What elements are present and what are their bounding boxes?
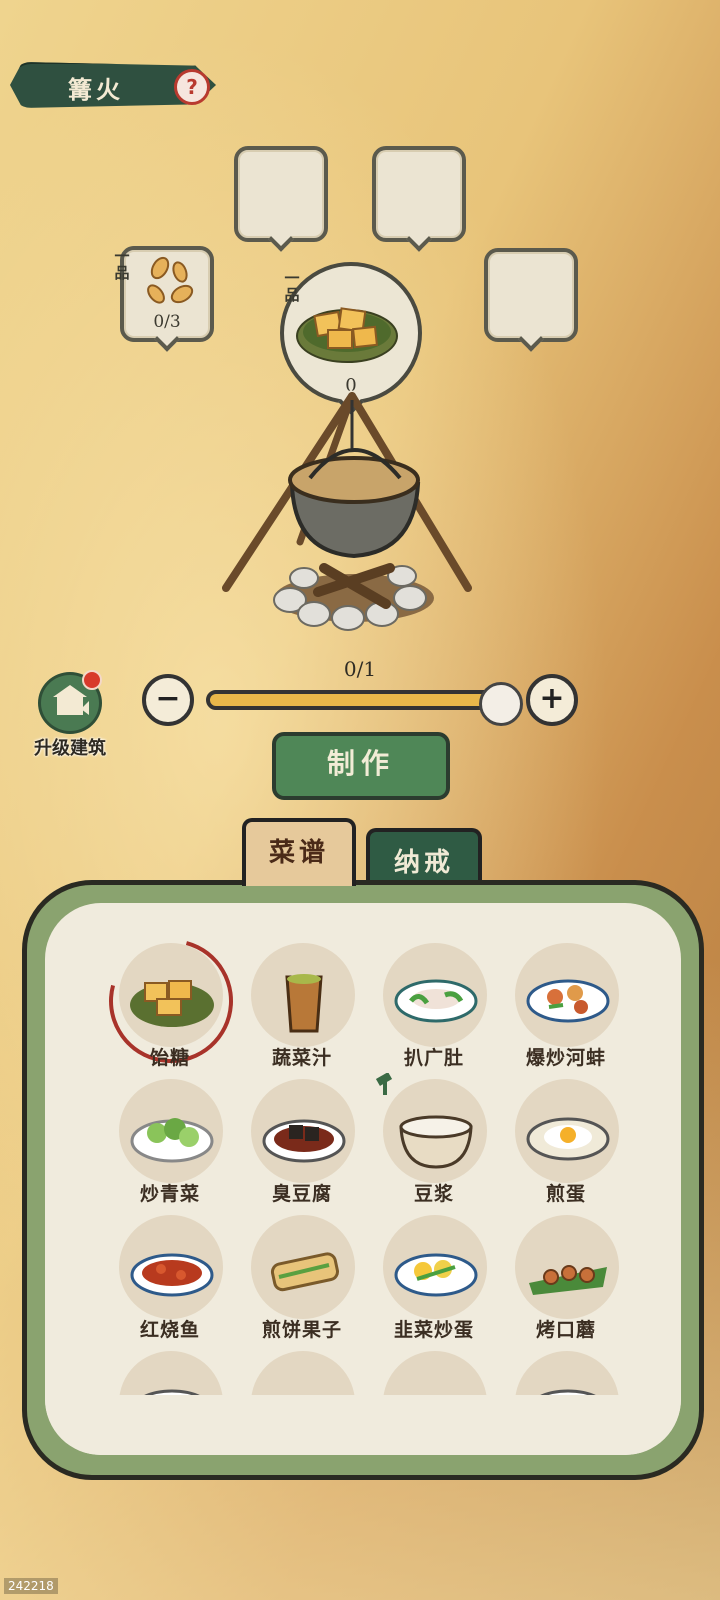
recipe-label: 饴糖 (149, 1047, 190, 1069)
soymilk-bowl-icon (399, 1115, 473, 1169)
grade-label-center: 一品 (284, 269, 300, 304)
recipe-label: 蔬菜汁 (271, 1047, 332, 1069)
recipe-item[interactable]: 韭菜炒蛋 (369, 1215, 499, 1353)
mushroom-dish-icon (529, 1265, 607, 1295)
campfire-pot-illustration (222, 392, 472, 631)
recipe-label: 臭豆腐 (271, 1183, 332, 1205)
tripe-dish-icon (394, 979, 478, 1023)
question-icon[interactable]: ? (174, 69, 210, 105)
recipe-item[interactable]: 蔬菜汁 (237, 943, 367, 1081)
recipe-label: 烤口蘑 (535, 1319, 596, 1341)
recipe-label: 煎饼果子 (261, 1319, 342, 1341)
tab-recipe[interactable]: 菜谱 (242, 818, 356, 886)
recipe-label: 扒广肚 (403, 1047, 464, 1069)
ingredient-slot-left[interactable]: 0/3 (120, 246, 214, 342)
recipe-label: 爆炒河蚌 (525, 1047, 606, 1069)
chive-egg-icon (394, 1253, 478, 1297)
minus-button[interactable]: − (142, 674, 194, 726)
recipe-item[interactable]: 臭豆腐 (237, 1079, 367, 1217)
recipe-item[interactable]: 煎蛋 (501, 1079, 631, 1217)
recipe-item[interactable]: 炒青菜 (105, 1079, 235, 1217)
recipe-item[interactable]: 饴糖 (86, 916, 256, 1086)
version-label: 242218 (4, 1578, 58, 1594)
upgrade-building[interactable]: 升级建筑 (24, 670, 120, 762)
recipe-item[interactable]: 爆炒河蚌 (501, 943, 631, 1081)
page-title: 篝火 (68, 75, 124, 104)
slot-count-left: 0/3 (153, 312, 181, 332)
recipe-item[interactable]: 红烧鱼 (105, 1215, 235, 1353)
grade-label-left: 一品 (114, 247, 130, 282)
clam-dish-icon (526, 979, 610, 1023)
plus-button[interactable]: + (526, 674, 578, 726)
recipe-item[interactable]: 豆浆 (369, 1073, 499, 1217)
braised-fish-icon (130, 1253, 214, 1297)
tofu-dish-icon (262, 1119, 346, 1163)
recipe-item[interactable]: 煎饼果子 (237, 1215, 367, 1353)
recipe-label: 炒青菜 (139, 1183, 200, 1205)
candy-dish-icon (296, 307, 398, 363)
greens-dish-icon (130, 1118, 214, 1163)
juice-cup-icon (285, 974, 323, 1033)
make-button[interactable]: 制作 (272, 732, 450, 800)
hammer-icon (375, 1073, 393, 1095)
panel-fade (45, 1395, 681, 1455)
ingredient-slot-top-left[interactable] (234, 146, 328, 242)
recipe-item[interactable]: 扒广肚 (369, 943, 499, 1081)
quantity-slider-track[interactable] (206, 690, 506, 710)
recipe-label: 韭菜炒蛋 (393, 1319, 474, 1341)
fried-egg-icon (526, 1117, 610, 1161)
building-title-bar: 篝火 ? (10, 62, 216, 108)
ingredient-slot-right[interactable] (484, 248, 578, 342)
recipe-label: 豆浆 (413, 1183, 454, 1205)
upgrade-building-label: 升级建筑 (34, 738, 106, 759)
recipe-panel: 饴糖 蔬菜汁 扒广肚 爆炒河蚌 炒青菜 臭豆腐 豆浆 煎蛋 红烧鱼 煎饼果子 韭… (22, 880, 704, 1480)
ingredient-slot-top-right[interactable] (372, 146, 466, 242)
seed-icon (147, 256, 194, 304)
quantity-slider-knob[interactable] (479, 682, 523, 726)
recipe-label: 煎蛋 (545, 1183, 586, 1205)
candy-dish-icon (130, 980, 214, 1027)
progress-text: 0/1 (343, 657, 377, 681)
pancake-roll-icon (270, 1252, 339, 1292)
recipe-label: 红烧鱼 (139, 1319, 200, 1341)
output-slot[interactable]: 0 (280, 262, 422, 404)
notification-dot (82, 670, 102, 690)
recipe-item[interactable]: 烤口蘑 (501, 1215, 631, 1353)
